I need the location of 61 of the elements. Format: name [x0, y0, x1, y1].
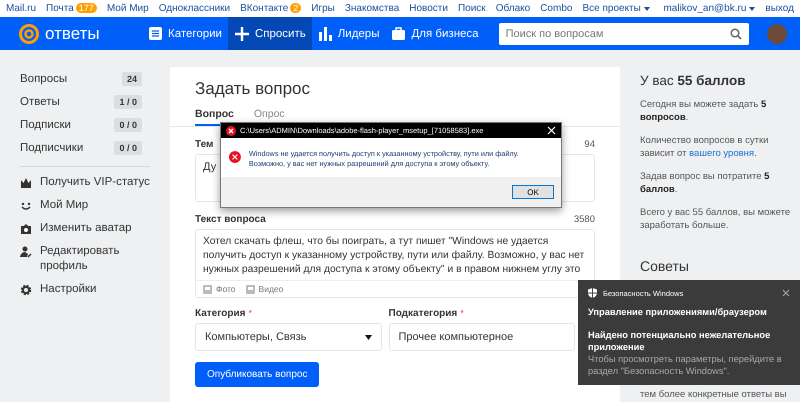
info-paragraph: Сегодня вы можете задать 5 вопросов.	[640, 98, 768, 124]
sidebar-link[interactable]: Редактировать профиль	[40, 244, 150, 274]
sidebar-link[interactable]: Вопросы	[20, 72, 68, 84]
notification-body: Чтобы просмотреть параметры, перейдите в раздел "Безопасность Windows".	[588, 353, 783, 377]
field-label: Тем	[195, 139, 214, 150]
nav-tab[interactable]: Спросить	[228, 17, 312, 50]
sidebar-link[interactable]: Получить VIP-статус	[40, 175, 150, 190]
sidebar-link[interactable]: Подписки	[20, 118, 71, 130]
char-counter: 3580	[574, 214, 595, 225]
portal-link[interactable]: Облако	[496, 3, 530, 14]
sidebar-link[interactable]: Ответы	[20, 96, 60, 108]
points-heading: У вас 55 баллов	[640, 73, 746, 88]
user-menu[interactable]: malikov_an@bk.ru	[663, 3, 746, 14]
portal-link[interactable]: Знакомства	[344, 3, 400, 14]
info-paragraph: Всего у вас 55 баллов, вы можете заработать больше.	[640, 206, 792, 232]
portal-link[interactable]: Mail.ru	[6, 3, 36, 14]
attach-link[interactable]: Фото	[216, 284, 236, 294]
field-label: Категория	[195, 308, 246, 319]
form-tab[interactable]: Опрос	[254, 108, 285, 126]
search-field[interactable]: Поиск по вопросам	[498, 22, 749, 44]
logout-link[interactable]: выход	[765, 3, 794, 14]
attach-link[interactable]: Видео	[258, 284, 284, 294]
question-text-field[interactable]: Хотел скачать флеш, что бы поиграть, а тут пишет "Windows не удается получить доступ к указанному устройству, пути или файлу. Возможно, у вас нет нужных разрешений для доступа к этому объекту" и в правом нижнем углу это	[196, 230, 594, 280]
level-link[interactable]: вашего уровня	[689, 148, 754, 159]
portal-link[interactable]: Поиск	[458, 3, 486, 14]
nav-tab[interactable]: Лидеры	[312, 17, 386, 50]
tips-text: тем более конкретные ответы вы	[640, 389, 788, 402]
required-mark: *	[460, 308, 464, 319]
subcategory-select[interactable]: Прочее компьютерное	[388, 323, 575, 351]
portal-link[interactable]: ВКонтакте 2	[240, 3, 302, 14]
portal-link[interactable]: Combo	[540, 3, 572, 14]
count-badge: 0 / 0	[114, 118, 142, 132]
notification-title: Найдено потенциально нежелательное приложение	[588, 329, 772, 353]
sidebar-link[interactable]: Настройки	[40, 282, 150, 297]
portal-link[interactable]: Одноклассники	[158, 3, 230, 14]
portal-link[interactable]: Почта 177	[46, 3, 97, 14]
field-label: Текст вопроса	[195, 214, 266, 225]
sidebar-link[interactable]: Подписчики	[20, 142, 84, 154]
char-counter: 94	[584, 139, 595, 150]
notification-heading: Управление приложениями/браузером	[588, 307, 768, 317]
portal-link[interactable]: Мой Мир	[106, 3, 149, 14]
sidebar-link[interactable]: Изменить аватар	[40, 221, 150, 236]
field-label: Подкатегория	[388, 308, 458, 319]
page-title: Задать вопрос	[194, 78, 311, 99]
ok-button[interactable]: OK	[512, 185, 554, 199]
site-logo[interactable]: ответы	[45, 24, 100, 44]
nav-tab[interactable]: Для бизнеса	[385, 17, 485, 50]
category-select[interactable]: Компьютеры, Связь	[195, 323, 382, 351]
nav-tab[interactable]: Категории	[142, 17, 228, 50]
portal-link[interactable]: Игры	[311, 3, 335, 14]
count-badge: 1 / 0	[114, 94, 142, 108]
info-paragraph: Количество вопросов в сутки зависит от вашего уровня.	[640, 134, 770, 160]
info-paragraph: Задав вопрос вы потратите 5 баллов.	[640, 170, 770, 196]
projects-dropdown[interactable]: Все проекты	[582, 3, 641, 14]
tips-heading: Советы	[640, 258, 690, 274]
portal-link[interactable]: Новости	[409, 3, 448, 14]
count-badge: 0 / 0	[114, 140, 142, 154]
required-mark: *	[248, 308, 252, 319]
publish-button[interactable]: Опубликовать вопрос	[195, 362, 320, 387]
sidebar-link[interactable]: Мой Мир	[40, 198, 150, 213]
count-badge: 24	[122, 72, 142, 86]
